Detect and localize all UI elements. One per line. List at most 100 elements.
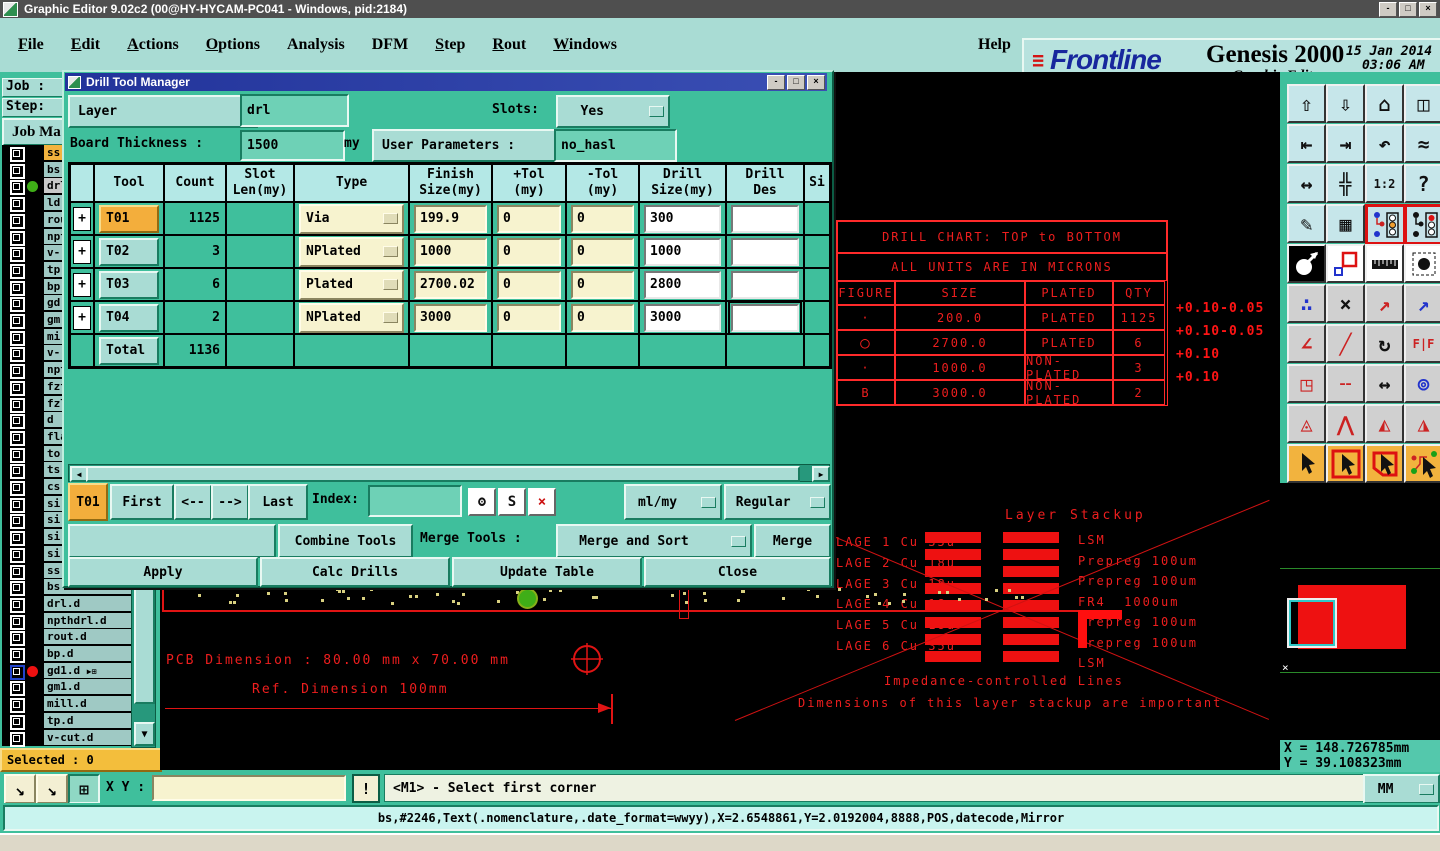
layer-checkbox[interactable] (10, 397, 25, 413)
plus-tol-input[interactable]: 0 (497, 303, 561, 332)
layer-checkbox[interactable] (10, 263, 25, 279)
scrollbar-down-icon[interactable]: ▼ (134, 722, 155, 746)
unselect-icon[interactable]: × (1326, 284, 1365, 323)
minus-tol-input[interactable]: 0 (571, 270, 634, 299)
tool-cell[interactable]: T03 (94, 268, 164, 301)
layer-checkbox[interactable] (10, 230, 25, 246)
menu-item-edit[interactable]: Edit (71, 36, 100, 54)
highlight-tool-button[interactable]: ʘ (468, 488, 496, 516)
layer-checkbox[interactable] (10, 414, 25, 430)
xy-input[interactable] (152, 775, 346, 801)
type-dropdown[interactable]: Plated (299, 269, 404, 300)
tool-button[interactable]: T03 (99, 270, 159, 299)
calc-drills-button[interactable]: Calc Drills (260, 557, 450, 587)
what-is-help-icon[interactable]: ? (1404, 164, 1440, 203)
layer-checkbox[interactable] (10, 631, 25, 647)
dialog-titlebar[interactable]: Drill Tool Manager - □ × (65, 73, 827, 91)
apply-button[interactable]: Apply (68, 557, 258, 587)
minus-tol-input[interactable]: 0 (571, 237, 634, 266)
zoom-ratio-button[interactable]: 1:2 (1365, 164, 1404, 203)
minus-tol-input[interactable]: 0 (571, 303, 634, 332)
first-button[interactable]: First (110, 484, 174, 520)
window-titlebar[interactable]: Graphic Editor 9.02c2 (00@HY-HYCAM-PC041… (0, 0, 1440, 18)
maximize-button[interactable]: □ (1399, 1, 1417, 17)
layer-checkbox[interactable] (10, 314, 25, 329)
slot-len-cell[interactable] (226, 301, 294, 334)
type-dropdown[interactable]: NPlated (299, 302, 404, 333)
board-thickness-input[interactable]: 1500 (240, 130, 345, 161)
tool-cell[interactable]: T04 (94, 301, 164, 334)
layer-checkbox[interactable] (10, 247, 25, 263)
menu-item-analysis[interactable]: Analysis (287, 36, 345, 54)
overview-panel[interactable]: × (1280, 483, 1440, 740)
type-dropdown[interactable]: NPlated (299, 236, 404, 267)
drill-size-input[interactable]: 1000 (644, 237, 721, 266)
peak-baseline-icon[interactable]: ◭ (1365, 404, 1404, 443)
finish-size-input[interactable]: 2700.02 (414, 270, 487, 299)
chain-select-icon[interactable]: ∴ (1287, 284, 1326, 323)
minus-tol-input[interactable]: 0 (571, 204, 634, 233)
combine-tools-button[interactable]: Combine Tools (278, 524, 413, 558)
menu-item-step[interactable]: Step (435, 36, 465, 54)
row-handle[interactable]: + (70, 301, 94, 334)
close-dialog-button[interactable]: Close (644, 557, 831, 587)
layer-checkbox[interactable] (10, 430, 25, 446)
layer-checkbox[interactable] (10, 648, 25, 663)
drill-size-input[interactable]: 300 (644, 204, 721, 233)
drill-des-input[interactable] (731, 237, 799, 266)
merge-mode-dropdown[interactable]: Merge and Sort (556, 524, 752, 558)
layer-checkbox[interactable] (10, 330, 25, 346)
menu-item-actions[interactable]: Actions (127, 36, 179, 54)
peak-small-icon[interactable]: ◬ (1287, 404, 1326, 443)
layer-checkbox[interactable] (10, 180, 25, 196)
finish-size-input[interactable]: 1000 (414, 237, 487, 266)
type-dropdown[interactable]: Via (299, 203, 404, 234)
layer-checkbox[interactable] (10, 297, 25, 313)
drill-des-input[interactable] (728, 300, 802, 335)
measure-gap-icon[interactable]: ↔ (1365, 364, 1404, 403)
peak-outline-icon[interactable]: ⋀ (1326, 404, 1365, 443)
layer-checkbox[interactable] (10, 531, 25, 547)
mode-dropdown[interactable]: Regular (724, 484, 831, 520)
menu-item-dfm[interactable]: DFM (372, 36, 408, 54)
plus-tol-input[interactable]: 0 (497, 237, 561, 266)
next-button[interactable]: --> (211, 484, 249, 520)
rotate-icon[interactable]: ↻ (1365, 324, 1404, 363)
layer-checkbox[interactable] (10, 731, 25, 747)
zoom-window-icon[interactable] (1326, 244, 1365, 283)
merge-button[interactable]: Merge (754, 524, 831, 558)
layer-checkbox[interactable] (10, 547, 25, 563)
slot-len-cell[interactable] (226, 202, 294, 235)
layer-checkbox[interactable] (10, 614, 25, 630)
layer-checkbox[interactable] (10, 213, 25, 229)
copy-up-icon[interactable]: ⇧ (1287, 84, 1326, 123)
grid-settings-icon[interactable]: ▦ (1326, 204, 1365, 243)
peak-dashed-icon[interactable]: ◮ (1404, 404, 1440, 443)
slot-len-cell[interactable] (226, 235, 294, 268)
layer-checkbox[interactable] (10, 497, 25, 513)
previous-view-icon[interactable]: ↶ (1365, 124, 1404, 163)
update-table-button[interactable]: Update Table (452, 557, 642, 587)
center-object-icon[interactable]: ╬ (1326, 164, 1365, 203)
units-mm-dropdown[interactable]: MM (1363, 774, 1440, 804)
move-to-icon[interactable]: ↗ (1365, 284, 1404, 323)
pan-right-icon[interactable]: ⇥ (1326, 124, 1365, 163)
plus-tol-input[interactable]: 0 (497, 204, 561, 233)
menu-item-options[interactable]: Options (206, 36, 260, 54)
script-tool-button[interactable]: S (498, 488, 526, 516)
finish-size-input[interactable]: 3000 (414, 303, 487, 332)
tool-button[interactable]: T02 (99, 237, 159, 266)
layer-checkbox[interactable] (10, 364, 25, 380)
dialog-minimize-button[interactable]: - (767, 74, 785, 90)
grid-toggle-button[interactable]: ⊞ (68, 774, 100, 804)
finish-size-input[interactable]: 199.9 (414, 204, 487, 233)
app-icon[interactable] (3, 1, 18, 17)
row-handle[interactable]: + (70, 268, 94, 301)
layer-checkbox[interactable] (10, 464, 25, 480)
menu-help[interactable]: Help (978, 36, 1011, 54)
home-view-icon[interactable]: ⌂ (1365, 84, 1404, 123)
pan-left-icon[interactable]: ⇤ (1287, 124, 1326, 163)
layer-field-input[interactable]: drl (240, 94, 349, 127)
menu-item-windows[interactable]: Windows (553, 36, 617, 54)
dot-select-icon[interactable] (1404, 244, 1440, 283)
